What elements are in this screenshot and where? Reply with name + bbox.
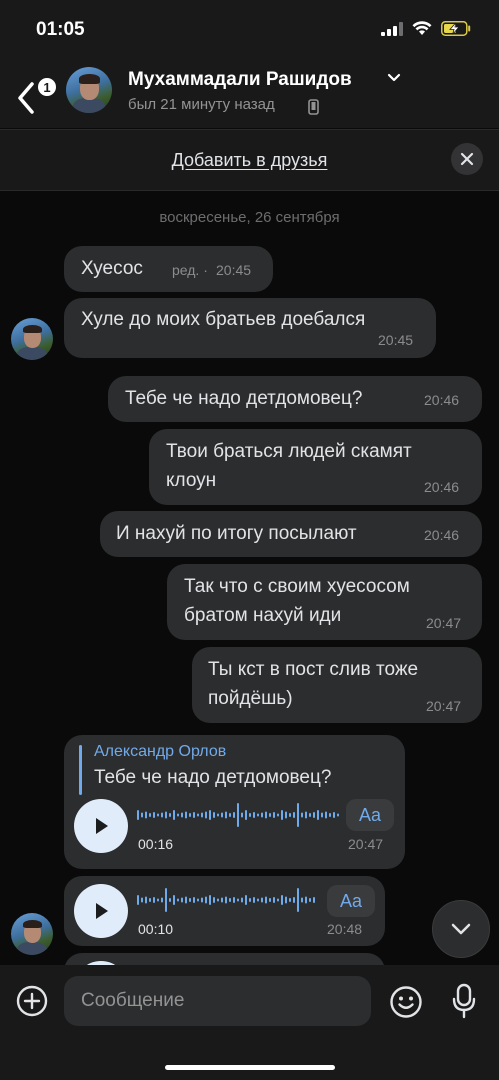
message-time: 20:48 bbox=[327, 921, 363, 937]
message-time: 20:46 bbox=[424, 527, 460, 543]
play-button[interactable] bbox=[74, 799, 128, 853]
transcribe-button[interactable]: Aa bbox=[327, 885, 375, 917]
message-text-line-1: Твои браться людей скамят bbox=[166, 441, 412, 462]
sender-avatar[interactable] bbox=[11, 913, 53, 955]
incoming-voice-message-partial[interactable] bbox=[64, 953, 385, 965]
message-text: И нахуй по итогу посылают bbox=[116, 523, 357, 544]
voice-duration: 00:10 bbox=[138, 921, 174, 937]
message-time: 20:45 bbox=[216, 262, 252, 278]
incoming-message[interactable]: Хуесос ред. · 20:45 bbox=[64, 246, 273, 292]
add-friend-bar: Добавить в друзья bbox=[0, 129, 499, 191]
mobile-device-icon bbox=[308, 99, 319, 115]
transcribe-button[interactable]: Aa bbox=[346, 799, 394, 831]
message-list[interactable]: воскресенье, 26 сентября Хуесос ред. · 2… bbox=[0, 192, 499, 965]
unread-badge: 1 bbox=[36, 76, 58, 98]
play-button[interactable] bbox=[74, 884, 128, 938]
signal-icon bbox=[381, 21, 403, 36]
play-icon bbox=[96, 818, 108, 834]
attach-plus-icon[interactable] bbox=[16, 985, 48, 1017]
reply-quote: Тебе че надо детдомовец? bbox=[94, 767, 332, 788]
outgoing-message[interactable]: Так что с своим хуесосом братом нахуй ид… bbox=[167, 564, 482, 640]
waveform[interactable] bbox=[137, 885, 317, 915]
outgoing-message[interactable]: Твои браться людей скамят клоун 20:46 bbox=[149, 429, 482, 505]
play-icon bbox=[96, 903, 108, 919]
outgoing-message[interactable]: Тебе че надо детдомовец? 20:46 bbox=[108, 376, 482, 422]
close-banner-button[interactable] bbox=[451, 143, 483, 175]
status-time: 01:05 bbox=[36, 19, 85, 40]
chevron-down-icon[interactable] bbox=[387, 73, 401, 83]
message-text-line-2: пойдёшь) bbox=[208, 688, 293, 709]
incoming-message[interactable]: Хуле до моих братьев доебался 20:45 bbox=[64, 298, 436, 358]
wifi-icon bbox=[412, 21, 432, 35]
outgoing-message[interactable]: Ты кст в пост слив тоже пойдёшь) 20:47 bbox=[192, 647, 482, 723]
waveform[interactable] bbox=[137, 800, 341, 830]
message-text-line-2: братом нахуй иди bbox=[184, 605, 342, 626]
incoming-voice-message[interactable]: Александр Орлов Тебе че надо детдомовец?… bbox=[64, 735, 405, 869]
status-icons bbox=[381, 21, 471, 36]
add-friend-link[interactable]: Добавить в друзья bbox=[0, 150, 499, 171]
message-time: 20:45 bbox=[378, 332, 414, 348]
home-indicator bbox=[165, 1065, 335, 1070]
message-time: 20:46 bbox=[424, 392, 460, 408]
message-text: Тебе че надо детдомовец? bbox=[125, 388, 363, 409]
message-time: 20:47 bbox=[426, 698, 462, 714]
sender-avatar[interactable] bbox=[11, 318, 53, 360]
message-time: 20:47 bbox=[426, 615, 462, 631]
emoji-icon[interactable] bbox=[389, 985, 423, 1019]
message-time: 20:46 bbox=[424, 479, 460, 495]
voice-duration: 00:16 bbox=[138, 836, 174, 852]
message-composer bbox=[0, 965, 499, 1080]
incoming-voice-message[interactable]: Aa 00:10 20:48 bbox=[64, 876, 385, 946]
edited-label: ред. · bbox=[172, 262, 208, 278]
message-text-line-1: Ты кст в пост слив тоже bbox=[208, 659, 419, 680]
chat-header: 1 Мухаммадали Рашидов был 21 минуту наза… bbox=[0, 62, 499, 128]
message-input[interactable] bbox=[64, 976, 371, 1026]
message-text-line-2: клоун bbox=[166, 470, 217, 491]
close-icon bbox=[460, 152, 474, 166]
contact-last-seen: был 21 минуту назад bbox=[128, 96, 275, 113]
outgoing-message[interactable]: И нахуй по итогу посылают 20:46 bbox=[100, 511, 482, 557]
message-text: Хуесос bbox=[81, 258, 143, 279]
chevron-down-icon bbox=[451, 923, 471, 935]
battery-charging-icon bbox=[441, 21, 471, 36]
message-text-line-1: Так что с своим хуесосом bbox=[184, 576, 410, 597]
microphone-icon[interactable] bbox=[451, 983, 477, 1019]
reply-author: Александр Орлов bbox=[94, 743, 227, 760]
message-text: Хуле до моих братьев доебался bbox=[81, 309, 366, 330]
back-button[interactable]: 1 bbox=[12, 70, 58, 116]
contact-name[interactable]: Мухаммадали Рашидов bbox=[128, 69, 352, 91]
scroll-to-bottom-button[interactable] bbox=[432, 900, 490, 958]
message-time: 20:47 bbox=[348, 836, 384, 852]
date-separator: воскресенье, 26 сентября bbox=[159, 209, 340, 226]
status-bar: 01:05 bbox=[0, 0, 499, 62]
reply-accent-bar bbox=[79, 745, 82, 795]
contact-avatar[interactable] bbox=[66, 67, 112, 113]
